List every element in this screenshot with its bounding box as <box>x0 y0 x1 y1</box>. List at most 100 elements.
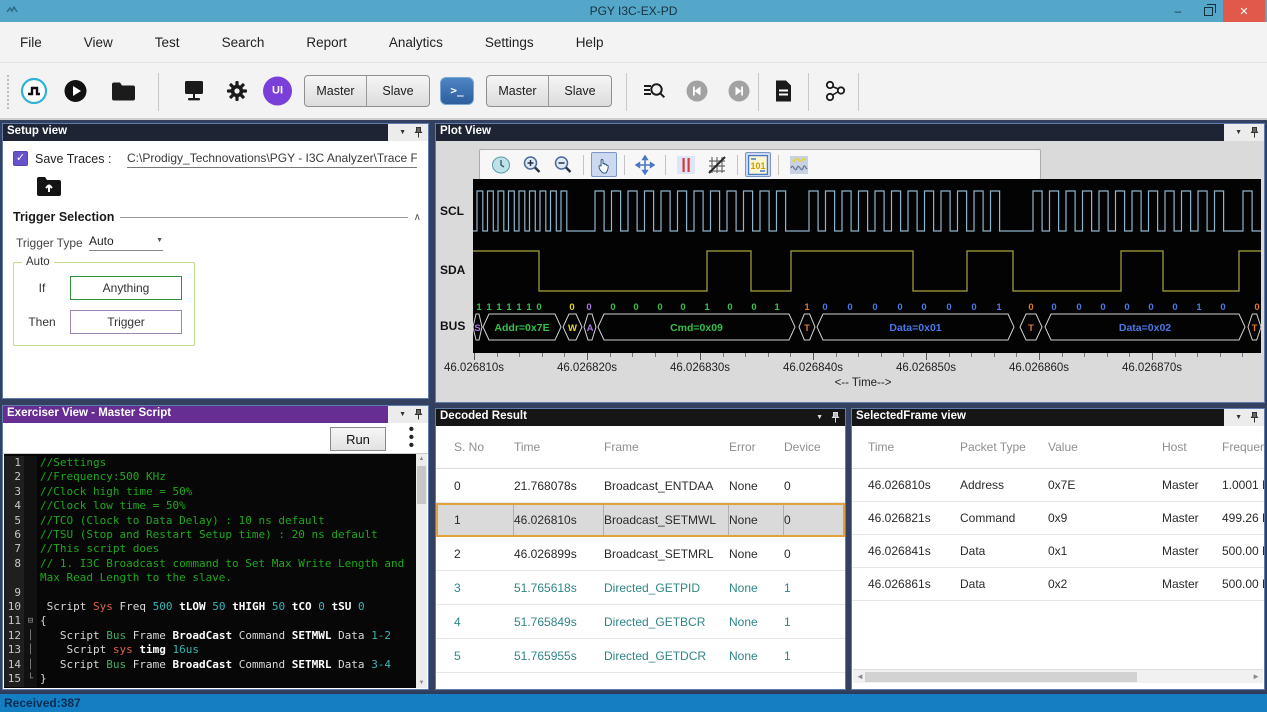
column-header[interactable]: Device <box>784 440 834 454</box>
menu-file[interactable]: File <box>14 31 48 54</box>
cursors-icon[interactable] <box>673 152 699 177</box>
fit-view-icon[interactable] <box>632 152 658 177</box>
panel-menu-icon[interactable]: ▼ <box>399 411 406 418</box>
editor-scrollbar[interactable]: ▲ ▼ <box>416 454 427 688</box>
code-line[interactable]: 13│ Script sys timg 16us <box>4 643 418 657</box>
restore-button[interactable] <box>1193 0 1223 22</box>
menu-help[interactable]: Help <box>570 31 610 54</box>
save-traces-checkbox[interactable]: ✓ <box>13 151 28 166</box>
code-line[interactable]: 10 Script Sys Freq 500 tLOW 50 tHIGH 50 … <box>4 600 418 614</box>
column-header[interactable]: Frame <box>604 440 729 454</box>
toolbar-drag-handle[interactable] <box>7 75 10 109</box>
pin-icon[interactable] <box>1250 412 1259 423</box>
scroll-right-icon[interactable]: ► <box>1252 672 1260 681</box>
code-line[interactable]: 14│ Script Bus Frame BroadCast Command S… <box>4 658 418 672</box>
run-button[interactable]: Run <box>330 427 386 451</box>
pin-icon[interactable] <box>831 412 840 423</box>
skip-back-icon[interactable] <box>686 80 708 102</box>
master-button-2[interactable]: Master <box>487 76 549 106</box>
table-row[interactable]: 46.026841sData0x1Master500.00 KHz <box>852 535 1264 568</box>
skip-forward-icon[interactable] <box>728 80 750 102</box>
table-row[interactable]: 351.765618sDirected_GETPIDNone1 <box>436 571 845 605</box>
code-line[interactable]: 11⊟{ <box>4 614 418 628</box>
menu-report[interactable]: Report <box>300 31 353 54</box>
scroll-down-icon[interactable]: ▼ <box>416 680 427 686</box>
code-line[interactable]: 2//Frequency:500 KHz <box>4 470 418 484</box>
report-doc-icon[interactable] <box>774 79 793 102</box>
column-header[interactable]: S. No <box>454 440 514 454</box>
play-icon[interactable] <box>64 79 87 102</box>
scroll-left-icon[interactable]: ◄ <box>856 672 864 681</box>
code-line[interactable]: 5//TCO (Clock to Data Delay) : 10 ns def… <box>4 514 418 528</box>
minimize-button[interactable]: – <box>1163 0 1193 22</box>
panel-menu-icon[interactable]: ▼ <box>1235 414 1242 421</box>
terminal-icon[interactable]: >_ <box>440 77 474 105</box>
menu-settings[interactable]: Settings <box>479 31 540 54</box>
slave-button-2[interactable]: Slave <box>549 76 611 106</box>
code-line[interactable]: 3//Clock high time = 50% <box>4 485 418 499</box>
code-line[interactable]: 1//Settings <box>4 456 418 470</box>
share-nodes-icon[interactable] <box>824 79 848 103</box>
column-header[interactable]: Error <box>729 440 784 454</box>
table-row[interactable]: 46.026861sData0x2Master500.00 KHz <box>852 568 1264 601</box>
waveform-display[interactable]: 111111000000010011000000010000000100SAdd… <box>473 179 1261 353</box>
panel-menu-icon[interactable]: ▼ <box>399 129 406 136</box>
column-header[interactable]: Packet Type <box>960 440 1048 454</box>
table-row[interactable]: 451.765849sDirected_GETBCRNone1 <box>436 605 845 639</box>
scroll-thumb[interactable] <box>865 672 1137 682</box>
panel-menu-icon[interactable]: ▼ <box>816 414 823 421</box>
code-line[interactable]: 15└} <box>4 672 418 686</box>
menu-test[interactable]: Test <box>149 31 186 54</box>
menu-view[interactable]: View <box>78 31 119 54</box>
zoom-in-icon[interactable] <box>519 152 545 177</box>
kebab-menu-icon[interactable]: ••• <box>409 426 414 450</box>
code-line[interactable]: 7//This script does <box>4 542 418 556</box>
code-line[interactable]: 8// 1. I3C Broadcast command to Set Max … <box>4 557 418 586</box>
pin-icon[interactable] <box>414 127 423 138</box>
search-data-icon[interactable] <box>643 80 666 102</box>
settings-gear-icon[interactable] <box>225 79 249 103</box>
column-header[interactable]: Frequency <box>1222 440 1265 454</box>
ui-badge[interactable]: UI <box>263 76 292 105</box>
browse-folder-icon[interactable] <box>36 176 62 202</box>
column-header[interactable]: Time <box>868 440 960 454</box>
pin-icon[interactable] <box>1250 127 1259 138</box>
device-monitor-icon[interactable] <box>182 79 206 103</box>
column-header[interactable]: Host <box>1162 440 1222 454</box>
table-row[interactable]: 551.765955sDirected_GETDCRNone1 <box>436 639 845 673</box>
save-traces-path-field[interactable]: C:\Prodigy_Technovations\PGY - I3C Analy… <box>127 151 417 168</box>
slave-button[interactable]: Slave <box>367 76 429 106</box>
folder-icon[interactable] <box>111 81 136 100</box>
code-line[interactable]: 12│ Script Bus Frame BroadCast Command S… <box>4 629 418 643</box>
pin-icon[interactable] <box>414 409 423 420</box>
trigger-type-dropdown[interactable]: ▼Auto <box>89 234 163 251</box>
fold-marker[interactable]: ⊟ <box>24 614 37 628</box>
mixed-signal-icon[interactable] <box>786 152 812 177</box>
script-editor[interactable]: 1//Settings2//Frequency:500 KHz3//Clock … <box>4 454 418 688</box>
panel-menu-icon[interactable]: ▼ <box>1235 129 1242 136</box>
table-row[interactable]: 246.026899sBroadcast_SETMRLNone0 <box>436 537 845 571</box>
if-condition-button[interactable]: Anything <box>70 276 182 300</box>
zoom-out-icon[interactable] <box>550 152 576 177</box>
scroll-thumb[interactable] <box>417 466 426 504</box>
then-action-button[interactable]: Trigger <box>70 310 182 334</box>
table-row[interactable]: 021.768078sBroadcast_ENTDAANone0 <box>436 469 845 503</box>
master-button[interactable]: Master <box>305 76 367 106</box>
collapse-chevron-icon[interactable]: ∧ <box>414 212 421 223</box>
menu-analytics[interactable]: Analytics <box>383 31 449 54</box>
column-header[interactable]: Time <box>514 440 604 454</box>
code-line[interactable]: 4//Clock low time = 50% <box>4 499 418 513</box>
code-line[interactable]: 6//TSU (Stop and Restart Setup time) : 2… <box>4 528 418 542</box>
trace-loop-icon[interactable] <box>20 77 48 105</box>
menu-search[interactable]: Search <box>216 31 271 54</box>
close-button[interactable]: ✕ <box>1223 0 1265 22</box>
digital-101-icon[interactable]: 101 <box>745 152 771 177</box>
horizontal-scrollbar[interactable]: ◄ ► <box>853 669 1263 683</box>
grid-toggle-icon[interactable] <box>704 152 730 177</box>
table-row[interactable]: 46.026810sAddress0x7EMaster1.0001 MHz <box>852 469 1264 502</box>
clock-icon[interactable] <box>488 152 514 177</box>
code-line[interactable]: 9 <box>4 586 418 600</box>
column-header[interactable]: Value <box>1048 440 1162 454</box>
table-row[interactable]: 146.026810sBroadcast_SETMWLNone0 <box>436 503 845 537</box>
pan-hand-icon[interactable] <box>591 152 617 177</box>
